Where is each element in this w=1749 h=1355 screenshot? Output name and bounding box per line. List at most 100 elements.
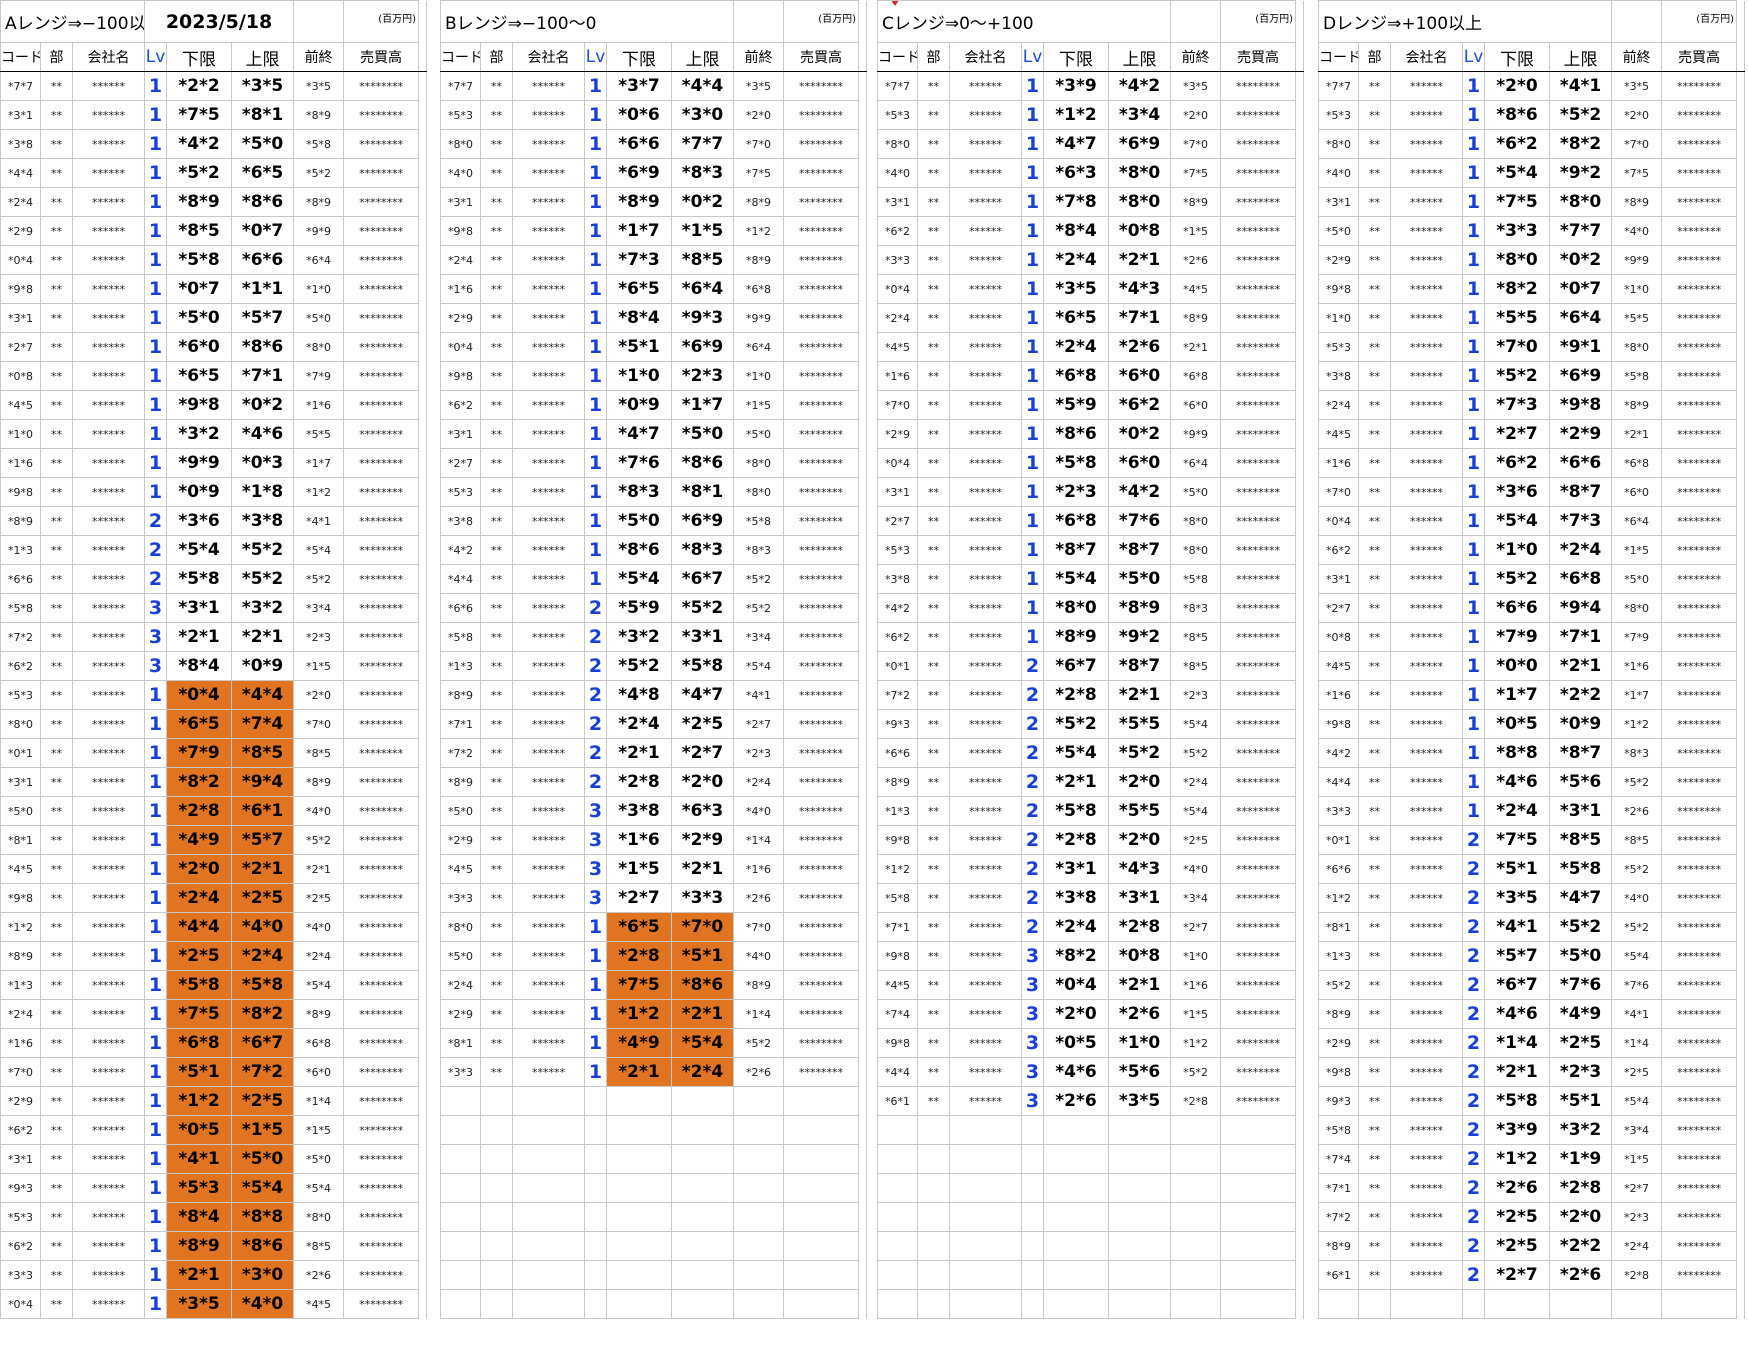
- prev-close-cell[interactable]: *1*6: [1170, 970, 1222, 1000]
- lv-cell[interactable]: 2: [1021, 825, 1044, 855]
- dept-cell[interactable]: **: [40, 1289, 73, 1319]
- code-cell[interactable]: *9*8: [1318, 274, 1359, 304]
- code-cell[interactable]: *9*3: [1318, 1086, 1359, 1116]
- lv-cell[interactable]: 1: [1462, 158, 1485, 188]
- lower-limit-cell[interactable]: *8*9: [606, 187, 672, 217]
- volume-cell[interactable]: ********: [1220, 999, 1297, 1029]
- lv-cell[interactable]: 2: [1462, 999, 1485, 1029]
- company-name-cell[interactable]: ******: [512, 129, 585, 159]
- code-cell[interactable]: *0*4: [0, 245, 41, 275]
- lv-cell[interactable]: 1: [584, 245, 607, 275]
- prev-close-cell[interactable]: *8*5: [1611, 825, 1663, 855]
- lv-cell[interactable]: 2: [1021, 738, 1044, 768]
- prev-close-cell[interactable]: *7*9: [1611, 622, 1663, 652]
- lv-cell[interactable]: 1: [584, 419, 607, 449]
- company-name-cell[interactable]: ******: [949, 129, 1022, 159]
- upper-limit-cell[interactable]: [1107, 1144, 1172, 1174]
- volume-cell[interactable]: ********: [343, 100, 420, 130]
- upper-limit-cell[interactable]: *2*1: [231, 854, 295, 884]
- code-cell[interactable]: *5*3: [877, 100, 918, 130]
- lv-cell[interactable]: [584, 1115, 607, 1145]
- prev-close-cell[interactable]: *6*4: [293, 245, 345, 275]
- prev-close-cell[interactable]: [1170, 1231, 1222, 1261]
- lower-limit-cell[interactable]: *3*6: [166, 506, 233, 536]
- upper-limit-cell[interactable]: *8*6: [670, 448, 735, 478]
- dept-cell[interactable]: **: [480, 767, 513, 797]
- company-name-cell[interactable]: ******: [71, 999, 146, 1029]
- lv-cell[interactable]: 1: [584, 535, 607, 565]
- prev-close-cell[interactable]: *4*0: [1611, 883, 1663, 913]
- lower-limit-cell[interactable]: *0*5: [1043, 1028, 1109, 1058]
- upper-limit-cell[interactable]: *8*7: [1548, 477, 1613, 507]
- code-cell[interactable]: *8*9: [440, 767, 481, 797]
- lv-cell[interactable]: 1: [1462, 187, 1485, 217]
- dept-cell[interactable]: **: [480, 506, 513, 536]
- upper-limit-cell[interactable]: *8*7: [1548, 738, 1613, 768]
- lower-limit-cell[interactable]: *5*4: [1484, 506, 1550, 536]
- code-cell[interactable]: *6*2: [877, 216, 918, 246]
- lower-limit-cell[interactable]: [606, 1289, 672, 1319]
- dept-cell[interactable]: **: [480, 941, 513, 971]
- upper-limit-cell[interactable]: *9*4: [1548, 593, 1613, 623]
- lower-limit-cell[interactable]: *7*0: [1484, 332, 1550, 362]
- volume-cell[interactable]: ********: [783, 419, 860, 449]
- lower-limit-cell[interactable]: *0*4: [166, 680, 233, 710]
- volume-cell[interactable]: ********: [343, 738, 420, 768]
- lower-limit-cell[interactable]: *5*4: [606, 564, 672, 594]
- volume-cell[interactable]: ********: [1661, 738, 1738, 768]
- company-name-cell[interactable]: ******: [71, 245, 146, 275]
- lv-cell[interactable]: 3: [584, 825, 607, 855]
- volume-cell[interactable]: ********: [1220, 680, 1297, 710]
- lower-limit-cell[interactable]: *1*2: [606, 999, 672, 1029]
- dept-cell[interactable]: **: [917, 912, 950, 942]
- lower-limit-cell[interactable]: *8*9: [166, 187, 233, 217]
- volume-cell[interactable]: ********: [783, 187, 860, 217]
- upper-limit-cell[interactable]: *2*5: [231, 883, 295, 913]
- upper-limit-cell[interactable]: *8*6: [231, 187, 295, 217]
- volume-cell[interactable]: ********: [343, 1231, 420, 1261]
- lower-limit-cell[interactable]: *5*4: [1484, 158, 1550, 188]
- lower-limit-cell[interactable]: *8*8: [1484, 738, 1550, 768]
- lv-cell[interactable]: [1021, 1231, 1044, 1261]
- lower-limit-cell[interactable]: [1043, 1231, 1109, 1261]
- company-name-cell[interactable]: ******: [949, 564, 1022, 594]
- volume-cell[interactable]: ********: [783, 854, 860, 884]
- code-cell[interactable]: *2*7: [877, 506, 918, 536]
- volume-cell[interactable]: ********: [1661, 564, 1738, 594]
- upper-limit-cell[interactable]: *2*4: [1548, 535, 1613, 565]
- code-cell[interactable]: [877, 1173, 918, 1203]
- prev-close-cell[interactable]: *2*0: [293, 680, 345, 710]
- lower-limit-cell[interactable]: *0*9: [606, 390, 672, 420]
- prev-close-cell[interactable]: [1170, 1173, 1222, 1203]
- volume-cell[interactable]: ********: [343, 709, 420, 739]
- prev-close-cell[interactable]: *1*0: [293, 274, 345, 304]
- lower-limit-cell[interactable]: *6*6: [1484, 593, 1550, 623]
- prev-close-cell[interactable]: *9*9: [293, 216, 345, 246]
- company-name-cell[interactable]: ******: [1390, 767, 1463, 797]
- upper-limit-cell[interactable]: *6*4: [1548, 303, 1613, 333]
- lower-limit-cell[interactable]: *8*6: [1484, 100, 1550, 130]
- lower-limit-cell[interactable]: *2*1: [1484, 1057, 1550, 1087]
- company-name-cell[interactable]: ******: [1390, 535, 1463, 565]
- volume-cell[interactable]: [1220, 1260, 1297, 1290]
- volume-cell[interactable]: ********: [1220, 883, 1297, 913]
- company-name-cell[interactable]: [512, 1202, 585, 1232]
- prev-close-cell[interactable]: *1*0: [733, 361, 785, 391]
- dept-cell[interactable]: [480, 1115, 513, 1145]
- volume-cell[interactable]: ********: [1661, 100, 1738, 130]
- upper-limit-cell[interactable]: *6*6: [1548, 448, 1613, 478]
- volume-cell[interactable]: ********: [343, 71, 420, 101]
- company-name-cell[interactable]: ******: [1390, 1115, 1463, 1145]
- dept-cell[interactable]: **: [480, 332, 513, 362]
- prev-close-cell[interactable]: *6*8: [1611, 448, 1663, 478]
- lv-cell[interactable]: 1: [1462, 361, 1485, 391]
- lower-limit-cell[interactable]: *5*8: [166, 970, 233, 1000]
- dept-cell[interactable]: **: [40, 767, 73, 797]
- prev-close-cell[interactable]: *7*0: [293, 709, 345, 739]
- code-cell[interactable]: *8*0: [440, 129, 481, 159]
- code-cell[interactable]: *7*7: [877, 71, 918, 101]
- prev-close-cell[interactable]: *1*5: [1170, 999, 1222, 1029]
- lower-limit-cell[interactable]: *7*5: [166, 999, 233, 1029]
- prev-close-cell[interactable]: *5*2: [1170, 1057, 1222, 1087]
- code-cell[interactable]: *6*2: [0, 651, 41, 681]
